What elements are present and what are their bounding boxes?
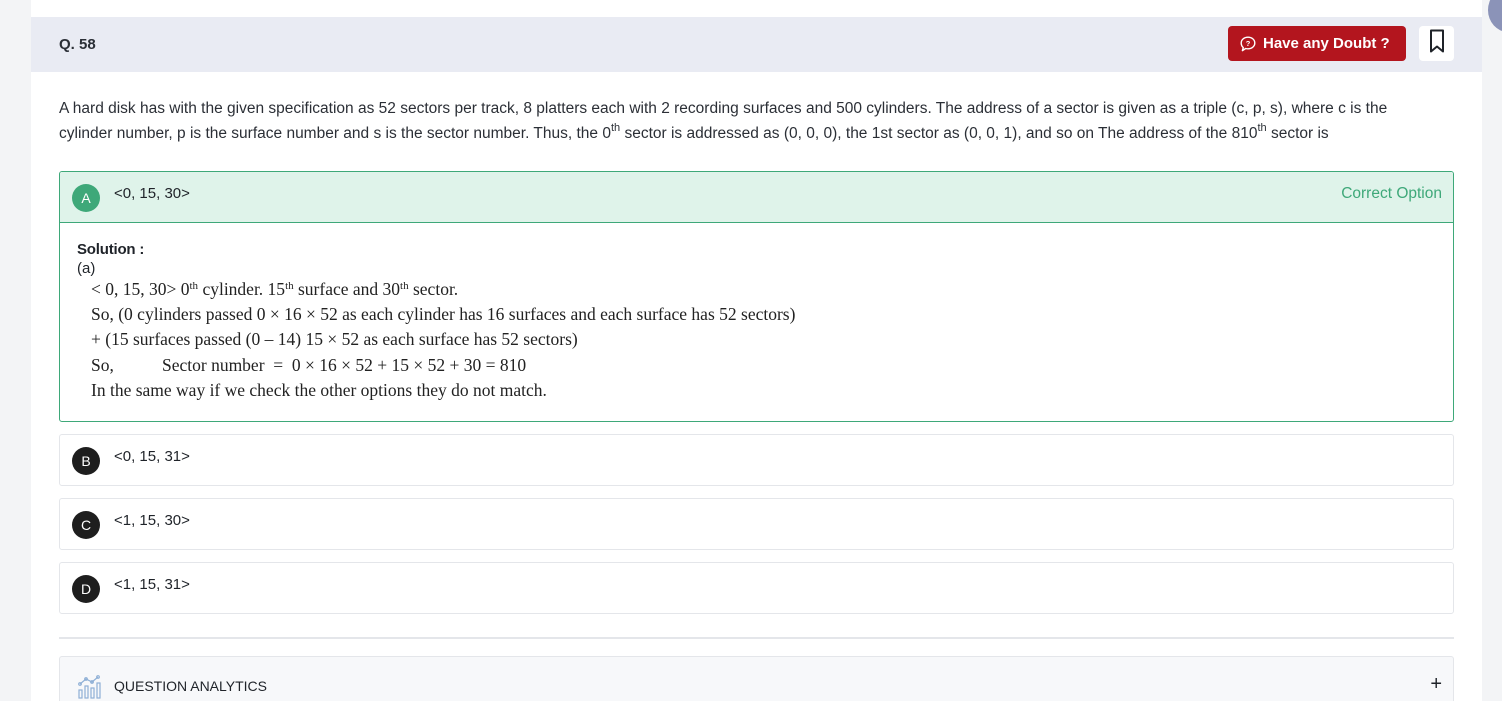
bookmark-icon (1429, 29, 1445, 58)
option-c-badge: C (72, 511, 100, 539)
option-a-badge: A (72, 184, 100, 212)
option-c[interactable]: C <1, 15, 30> (59, 498, 1454, 550)
have-doubt-button[interactable]: ? Have any Doubt ? (1228, 26, 1406, 61)
correct-option-label: Correct Option (1341, 185, 1442, 202)
option-d[interactable]: D <1, 15, 31> (59, 562, 1454, 614)
solution-answer: (a) (77, 260, 96, 277)
solution-line: + (15 surfaces passed (0 – 14) 15 × 52 a… (91, 329, 578, 350)
solution-line: < 0, 15, 30> 0th cylinder. 15th surface … (91, 279, 459, 299)
option-b-badge: B (72, 447, 100, 475)
solution-body: < 0, 15, 30> 0th cylinder. 15th surface … (91, 277, 1453, 403)
option-b[interactable]: B <0, 15, 31> (59, 434, 1454, 486)
solution-line: In the same way if we check the other op… (91, 379, 547, 400)
question-number: Q. 58 (59, 36, 96, 53)
chat-bubble-icon: ? (1239, 35, 1257, 53)
have-doubt-label: Have any Doubt ? (1263, 35, 1390, 52)
solution-panel: Solution : (a) < 0, 15, 30> 0th cylinder… (60, 223, 1453, 403)
divider (59, 637, 1454, 639)
option-c-text: <1, 15, 30> (114, 512, 190, 529)
option-b-text: <0, 15, 31> (114, 448, 190, 465)
solution-line: So, (0 cylinders passed 0 × 16 × 52 as e… (91, 304, 796, 325)
solution-line: So, Sector number = 0 × 16 × 52 + 15 × 5… (91, 354, 527, 375)
expand-plus-icon[interactable]: + (1430, 673, 1442, 696)
option-a[interactable]: A <0, 15, 30> Correct Option Solution : … (59, 171, 1454, 422)
question-header: Q. 58 ? Have any Doubt ? (31, 17, 1482, 72)
analytics-chart-icon (77, 674, 101, 701)
option-a-text: <0, 15, 30> (114, 185, 190, 202)
svg-text:?: ? (1246, 39, 1251, 48)
option-a-header: A <0, 15, 30> Correct Option (60, 172, 1453, 223)
bookmark-button[interactable] (1419, 26, 1454, 61)
question-card: Q. 58 ? Have any Doubt ? A hard disk has… (31, 0, 1482, 701)
question-analytics-label: QUESTION ANALYTICS (114, 678, 267, 694)
solution-title: Solution : (77, 241, 145, 258)
option-d-badge: D (72, 575, 100, 603)
option-d-text: <1, 15, 31> (114, 576, 190, 593)
question-text: A hard disk has with the given specifica… (59, 100, 1388, 142)
avatar[interactable] (1488, 0, 1502, 32)
question-analytics-toggle[interactable]: QUESTION ANALYTICS + (59, 656, 1454, 701)
